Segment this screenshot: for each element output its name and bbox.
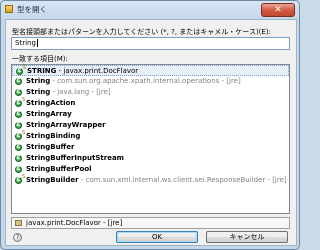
type-name: StringBuilder	[26, 176, 79, 184]
list-item-text: StringBufferInputStream	[26, 153, 124, 164]
search-prompt-label: 型名接頭部またはパターンを入力してください (*, ?, またはキャメル・ケース…	[12, 28, 271, 36]
window-title: 型を開く	[17, 5, 47, 14]
close-button[interactable]: ✕	[261, 3, 295, 17]
type-name: StringArrayWrapper	[26, 121, 106, 129]
type-name: StringBufferPool	[26, 165, 92, 173]
static-modifier-badge: S	[22, 130, 26, 136]
class-icon: C	[15, 155, 22, 162]
cancel-button[interactable]: キャンセル	[206, 231, 288, 243]
list-item-text: String - java.lang - [jre]	[26, 87, 111, 98]
selected-type-qualifier: javax.print.DocFlavor - [jre]	[26, 219, 123, 227]
list-item[interactable]: C StringArrayWrapper	[12, 120, 289, 131]
type-qualifier: - java.lang - [jre]	[50, 88, 111, 96]
type-name: StringAction	[26, 99, 76, 107]
list-item[interactable]: C S StringAction	[12, 98, 289, 109]
dialog-body: 型名接頭部またはパターンを入力してください (*, ?, またはキャメル・ケース…	[5, 19, 297, 246]
type-search-input[interactable]: String	[11, 37, 290, 50]
type-name: StringBufferInputStream	[26, 154, 124, 162]
class-icon: C	[15, 100, 22, 107]
list-item-text: StringBufferPool	[26, 164, 92, 175]
title-bar: 型を開く ✕	[1, 1, 299, 18]
list-item[interactable]: C S STRING - javax.print.DocFlavor	[12, 65, 289, 76]
package-icon	[15, 220, 22, 226]
list-item-text: StringArray	[26, 109, 72, 120]
type-qualifier: - javax.print.DocFlavor	[56, 67, 139, 75]
list-item-text: String - com.sun.org.apache.xpath.intern…	[26, 76, 241, 87]
static-modifier-badge: S	[23, 65, 27, 71]
open-type-dialog: 型を開く ✕ 型名接頭部またはパターンを入力してください (*, ?, またはキ…	[0, 0, 300, 250]
list-item-text: StringBuffer	[26, 142, 74, 153]
list-item-text: StringBuilder - com.sun.xml.internal.ws.…	[26, 175, 287, 186]
static-modifier-badge: S	[22, 174, 26, 180]
list-item[interactable]: C String - com.sun.org.apache.xpath.inter…	[12, 76, 289, 87]
list-item-text: StringAction	[26, 98, 75, 109]
list-item[interactable]: C S StringBuilder - com.sun.xml.internal.w…	[12, 175, 289, 186]
list-item[interactable]: C String - java.lang - [jre]	[12, 87, 289, 98]
search-input-value: String	[15, 39, 36, 47]
list-item[interactable]: C StringArray	[12, 109, 289, 120]
open-type-icon	[5, 5, 13, 13]
class-icon: C	[15, 111, 22, 118]
matching-items-list[interactable]: C S STRING - javax.print.DocFlavor C String …	[11, 64, 290, 214]
text-caret	[36, 39, 38, 47]
type-name: String	[26, 77, 51, 85]
type-name: String	[26, 88, 51, 96]
list-item[interactable]: C StringBufferInputStream	[12, 153, 289, 164]
class-icon: C	[16, 68, 23, 75]
type-name: StringBinding	[26, 132, 81, 140]
type-name: STRING	[27, 67, 57, 75]
list-item[interactable]: C StringBufferPool	[12, 164, 289, 175]
type-name: StringArray	[26, 110, 72, 118]
list-item[interactable]: C StringBuffer	[12, 142, 289, 153]
class-icon: C	[15, 177, 22, 184]
help-icon[interactable]: ?	[13, 233, 22, 242]
class-icon: C	[15, 166, 22, 173]
class-icon: C	[15, 78, 22, 85]
ok-button[interactable]: OK	[116, 231, 198, 243]
class-icon: C	[15, 133, 22, 140]
list-item[interactable]: C S StringBinding	[12, 131, 289, 142]
type-qualifier: - com.sun.xml.internal.ws.client.sei.Res…	[78, 176, 287, 184]
type-qualifier: - com.sun.org.apache.xpath.internal.oper…	[50, 77, 241, 85]
static-modifier-badge: S	[22, 97, 26, 103]
selected-type-detail: javax.print.DocFlavor - [jre]	[11, 217, 290, 229]
class-icon: C	[15, 122, 22, 129]
list-item-text: StringArrayWrapper	[26, 120, 106, 131]
class-icon: C	[15, 89, 22, 96]
matching-items-label: 一致する項目(M):	[12, 55, 68, 63]
class-icon: C	[15, 144, 22, 151]
type-name: StringBuffer	[26, 143, 75, 151]
list-item-text: StringBinding	[26, 131, 80, 142]
